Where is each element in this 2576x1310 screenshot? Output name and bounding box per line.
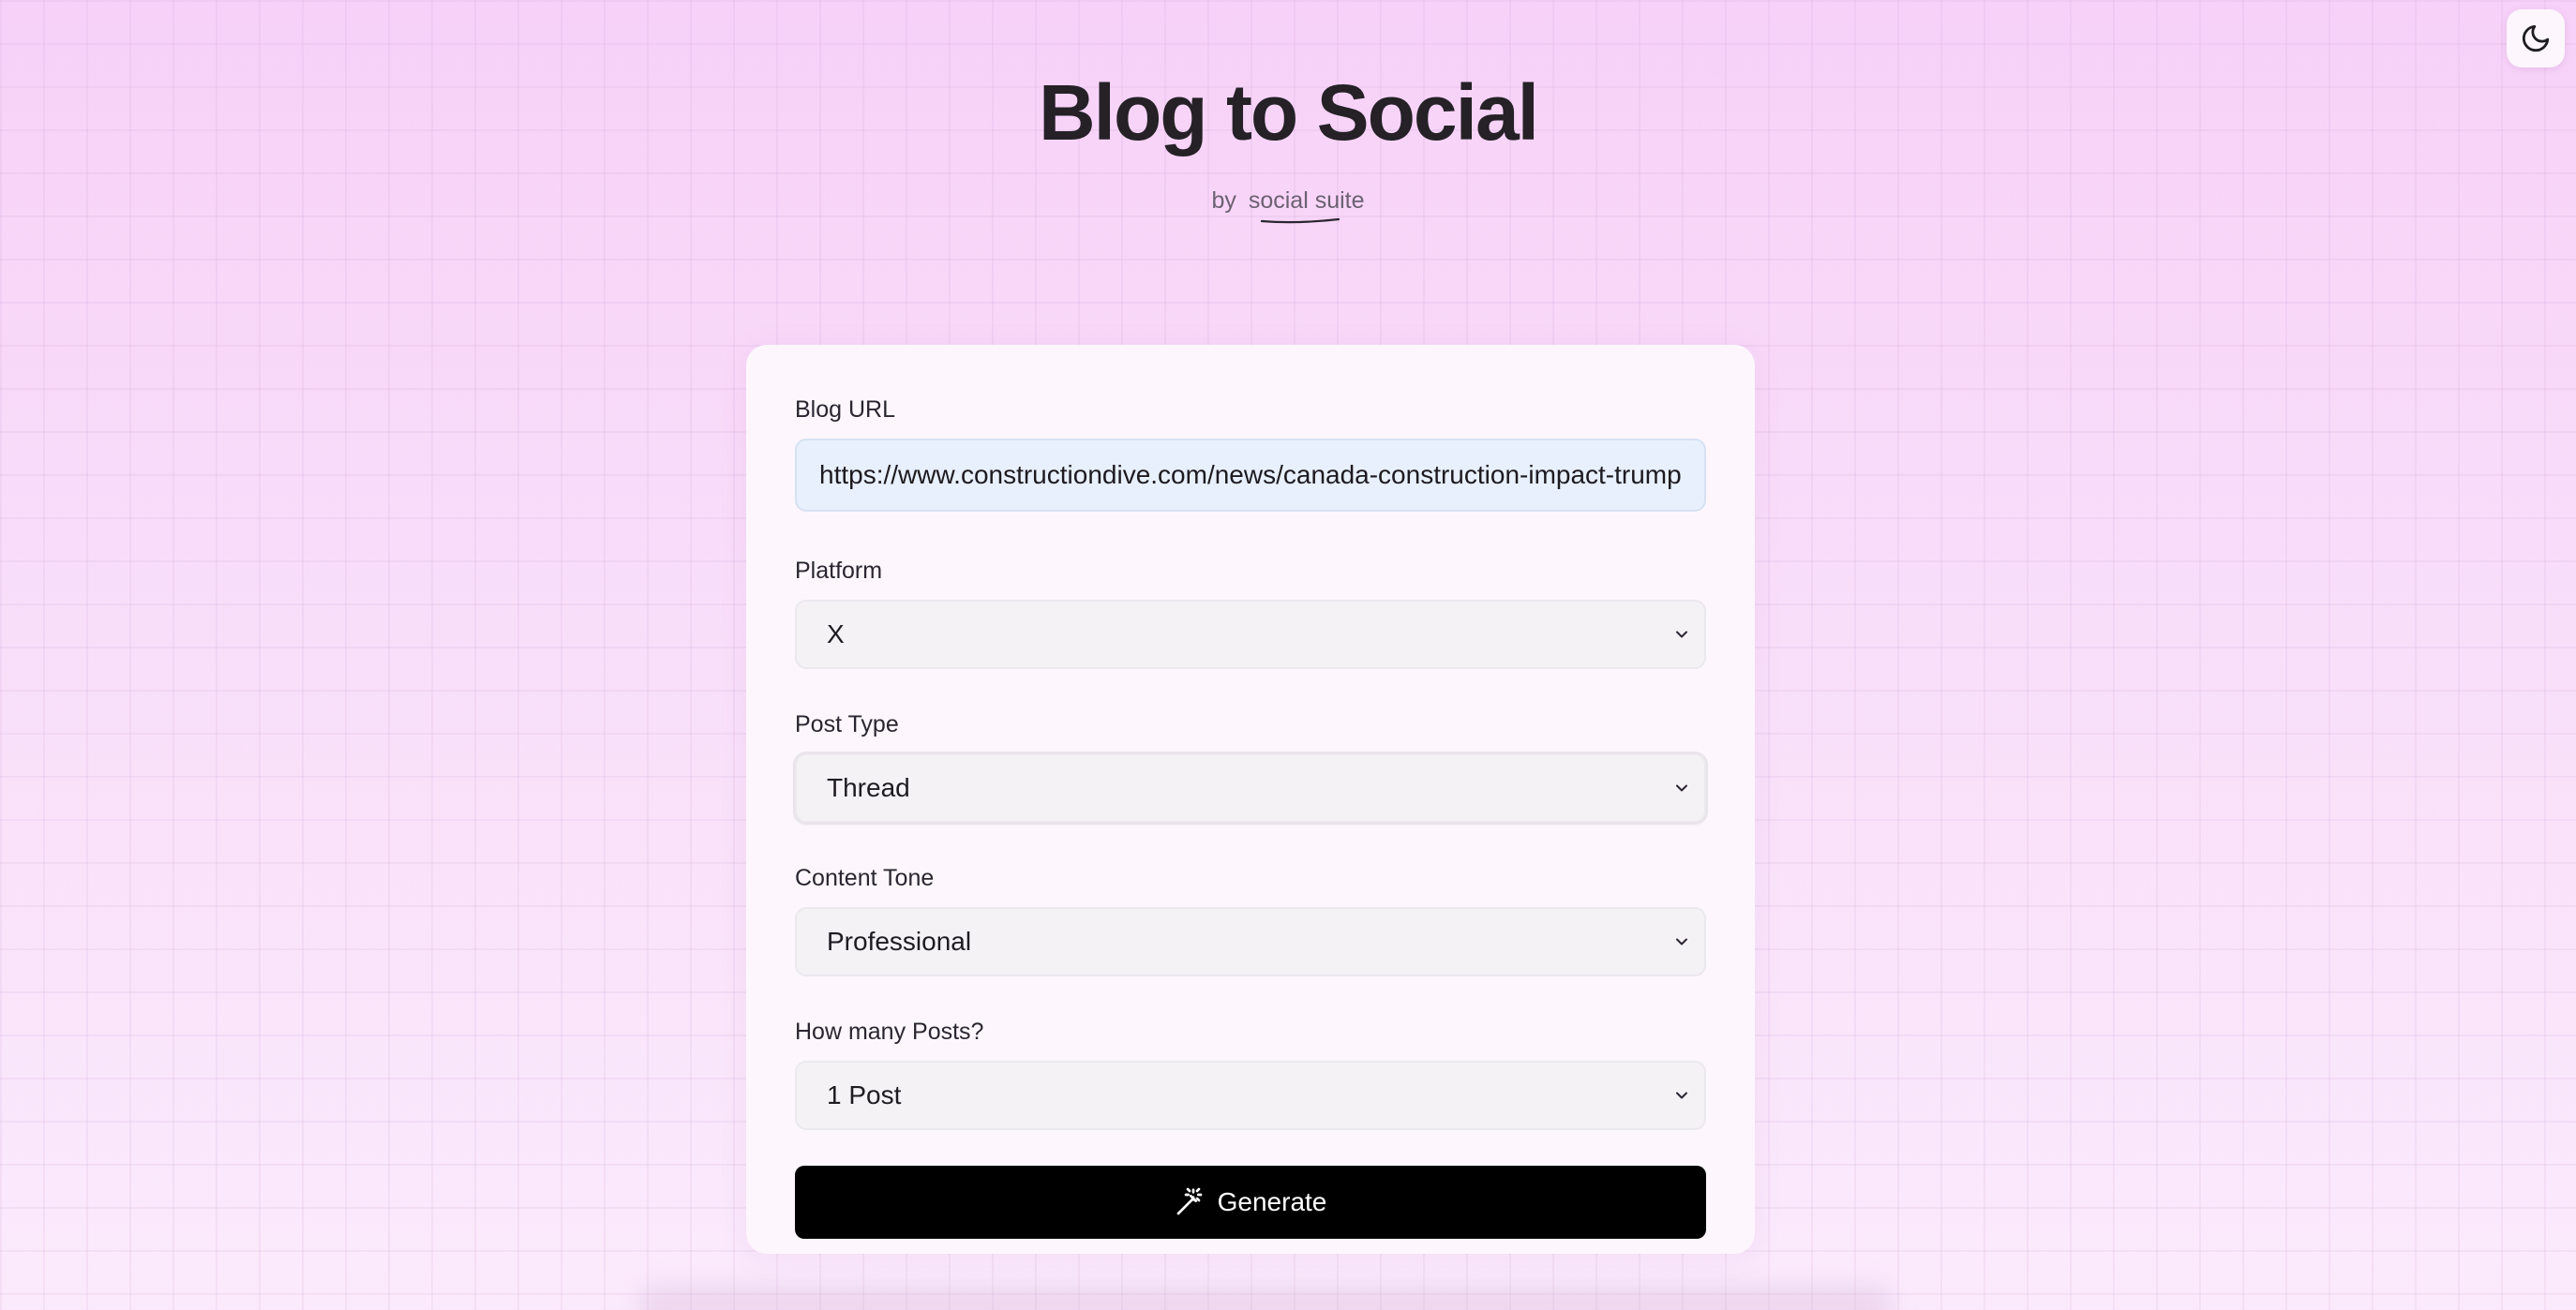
byline: by social suite — [0, 187, 2576, 224]
blog-url-input[interactable] — [795, 439, 1706, 512]
post-type-select[interactable]: Thread — [795, 753, 1706, 823]
chevron-down-icon — [1676, 1092, 1687, 1099]
social-suite-link[interactable]: social suite — [1248, 187, 1365, 224]
post-type-selected-value: Thread — [827, 773, 910, 802]
platform-label: Platform — [795, 558, 883, 584]
generate-button[interactable]: Generate — [795, 1166, 1706, 1239]
hero: Blog to Social — [0, 66, 2576, 159]
byline-prefix: by — [1211, 187, 1236, 214]
post-count-select[interactable]: 1 Post — [795, 1061, 1706, 1130]
chevron-down-icon — [1676, 631, 1687, 638]
generator-form-card: Blog URL Platform X Post Type Thread Con… — [746, 345, 1755, 1254]
moon-icon — [2522, 24, 2550, 52]
platform-select[interactable]: X — [795, 600, 1706, 669]
content-tone-label: Content Tone — [795, 865, 935, 891]
chevron-down-icon — [1676, 784, 1687, 792]
post-count-selected-value: 1 Post — [827, 1080, 902, 1109]
post-type-label: Post Type — [795, 711, 899, 737]
content-tone-select[interactable]: Professional — [795, 907, 1706, 976]
bottom-panel-shadow — [637, 1286, 1894, 1310]
chevron-down-icon — [1676, 938, 1687, 945]
theme-toggle-button[interactable] — [2507, 9, 2565, 67]
post-count-label: How many Posts? — [795, 1019, 984, 1045]
underline-squiggle-icon — [1260, 217, 1340, 224]
magic-wand-icon — [1176, 1187, 1202, 1215]
platform-selected-value: X — [827, 619, 845, 648]
social-suite-link-label: social suite — [1248, 187, 1365, 214]
blog-url-label: Blog URL — [795, 396, 895, 423]
page-title: Blog to Social — [1038, 68, 1539, 156]
content-tone-selected-value: Professional — [827, 927, 972, 956]
generate-button-label: Generate — [1217, 1187, 1327, 1216]
